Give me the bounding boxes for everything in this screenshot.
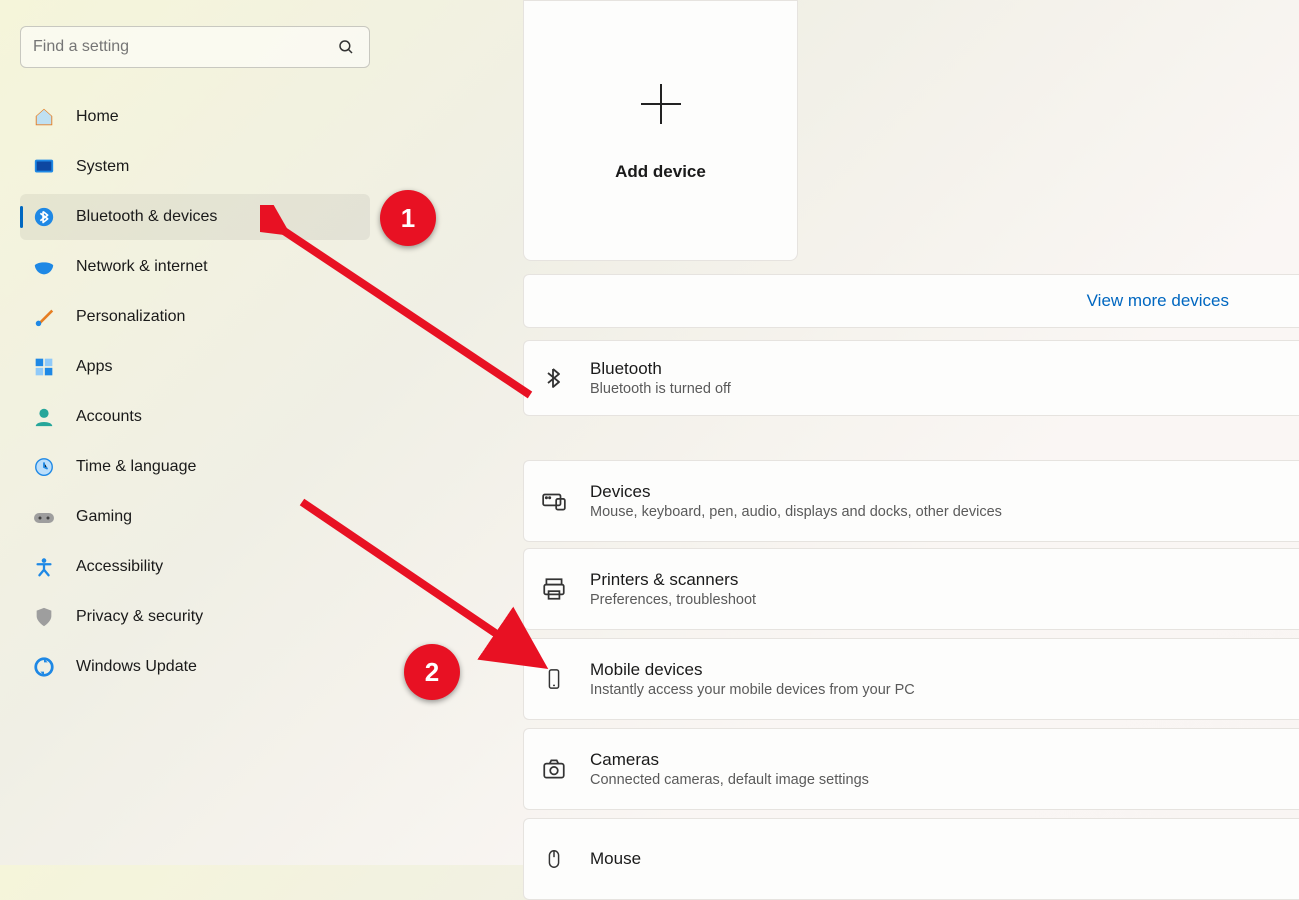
- nav-item-personalization[interactable]: Personalization: [20, 294, 370, 340]
- view-more-label: View more devices: [1087, 291, 1229, 311]
- nav-item-network[interactable]: Network & internet: [20, 244, 370, 290]
- nav-item-bluetooth-devices[interactable]: Bluetooth & devices: [20, 194, 370, 240]
- row-title: Cameras: [590, 750, 869, 770]
- bluetooth-icon: [540, 364, 568, 392]
- camera-icon: [540, 755, 568, 783]
- row-title: Mouse: [590, 849, 641, 869]
- row-title: Mobile devices: [590, 660, 915, 680]
- mobile-icon: [540, 665, 568, 693]
- main-content: Add device View more devices Bluetooth B…: [382, 0, 1299, 865]
- add-device-card[interactable]: Add device: [523, 0, 798, 261]
- nav-label: Home: [76, 108, 119, 126]
- nav-label: Apps: [76, 358, 112, 376]
- clock-icon: [32, 455, 56, 479]
- row-title: Devices: [590, 482, 1002, 502]
- row-subtitle: Instantly access your mobile devices fro…: [590, 682, 915, 698]
- gamepad-icon: [32, 505, 56, 529]
- row-title: Bluetooth: [590, 359, 731, 379]
- search-icon[interactable]: [329, 38, 363, 56]
- brush-icon: [32, 305, 56, 329]
- nav-label: Personalization: [76, 308, 185, 326]
- view-more-devices-link[interactable]: View more devices: [523, 274, 1299, 328]
- bluetooth-icon: [32, 205, 56, 229]
- row-subtitle: Mouse, keyboard, pen, audio, displays an…: [590, 504, 1002, 520]
- accounts-icon: [32, 405, 56, 429]
- nav-label: Gaming: [76, 508, 132, 526]
- row-cameras[interactable]: Cameras Connected cameras, default image…: [523, 728, 1299, 810]
- nav-label: Accounts: [76, 408, 142, 426]
- accessibility-icon: [32, 555, 56, 579]
- nav-item-apps[interactable]: Apps: [20, 344, 370, 390]
- printer-icon: [540, 575, 568, 603]
- row-title: Printers & scanners: [590, 570, 756, 590]
- row-printers[interactable]: Printers & scanners Preferences, trouble…: [523, 548, 1299, 630]
- nav-label: Accessibility: [76, 558, 163, 576]
- apps-icon: [32, 355, 56, 379]
- nav: Home System Bluetooth & devices Network …: [20, 94, 370, 690]
- nav-label: Network & internet: [76, 258, 208, 276]
- nav-item-home[interactable]: Home: [20, 94, 370, 140]
- search-box[interactable]: [20, 26, 370, 68]
- nav-label: System: [76, 158, 129, 176]
- sidebar: Home System Bluetooth & devices Network …: [0, 0, 382, 865]
- nav-label: Time & language: [76, 458, 196, 476]
- row-mouse[interactable]: Mouse: [523, 818, 1299, 900]
- annotation-badge-2: 2: [404, 644, 460, 700]
- add-device-label: Add device: [615, 162, 706, 182]
- row-subtitle: Preferences, troubleshoot: [590, 592, 756, 608]
- nav-item-system[interactable]: System: [20, 144, 370, 190]
- nav-item-time-language[interactable]: Time & language: [20, 444, 370, 490]
- home-icon: [32, 105, 56, 129]
- nav-label: Bluetooth & devices: [76, 208, 217, 226]
- row-devices[interactable]: Devices Mouse, keyboard, pen, audio, dis…: [523, 460, 1299, 542]
- devices-icon: [540, 487, 568, 515]
- shield-icon: [32, 605, 56, 629]
- row-subtitle: Bluetooth is turned off: [590, 381, 731, 397]
- nav-item-privacy[interactable]: Privacy & security: [20, 594, 370, 640]
- row-bluetooth[interactable]: Bluetooth Bluetooth is turned off: [523, 340, 1299, 416]
- mouse-icon: [540, 845, 568, 873]
- search-input[interactable]: [33, 38, 329, 56]
- nav-item-windows-update[interactable]: Windows Update: [20, 644, 370, 690]
- row-mobile-devices[interactable]: Mobile devices Instantly access your mob…: [523, 638, 1299, 720]
- nav-item-accessibility[interactable]: Accessibility: [20, 544, 370, 590]
- nav-item-gaming[interactable]: Gaming: [20, 494, 370, 540]
- wifi-icon: [32, 255, 56, 279]
- system-icon: [32, 155, 56, 179]
- nav-item-accounts[interactable]: Accounts: [20, 394, 370, 440]
- nav-label: Privacy & security: [76, 608, 203, 626]
- row-subtitle: Connected cameras, default image setting…: [590, 772, 869, 788]
- nav-label: Windows Update: [76, 658, 197, 676]
- annotation-badge-1: 1: [380, 190, 436, 246]
- update-icon: [32, 655, 56, 679]
- plus-icon: [637, 80, 685, 128]
